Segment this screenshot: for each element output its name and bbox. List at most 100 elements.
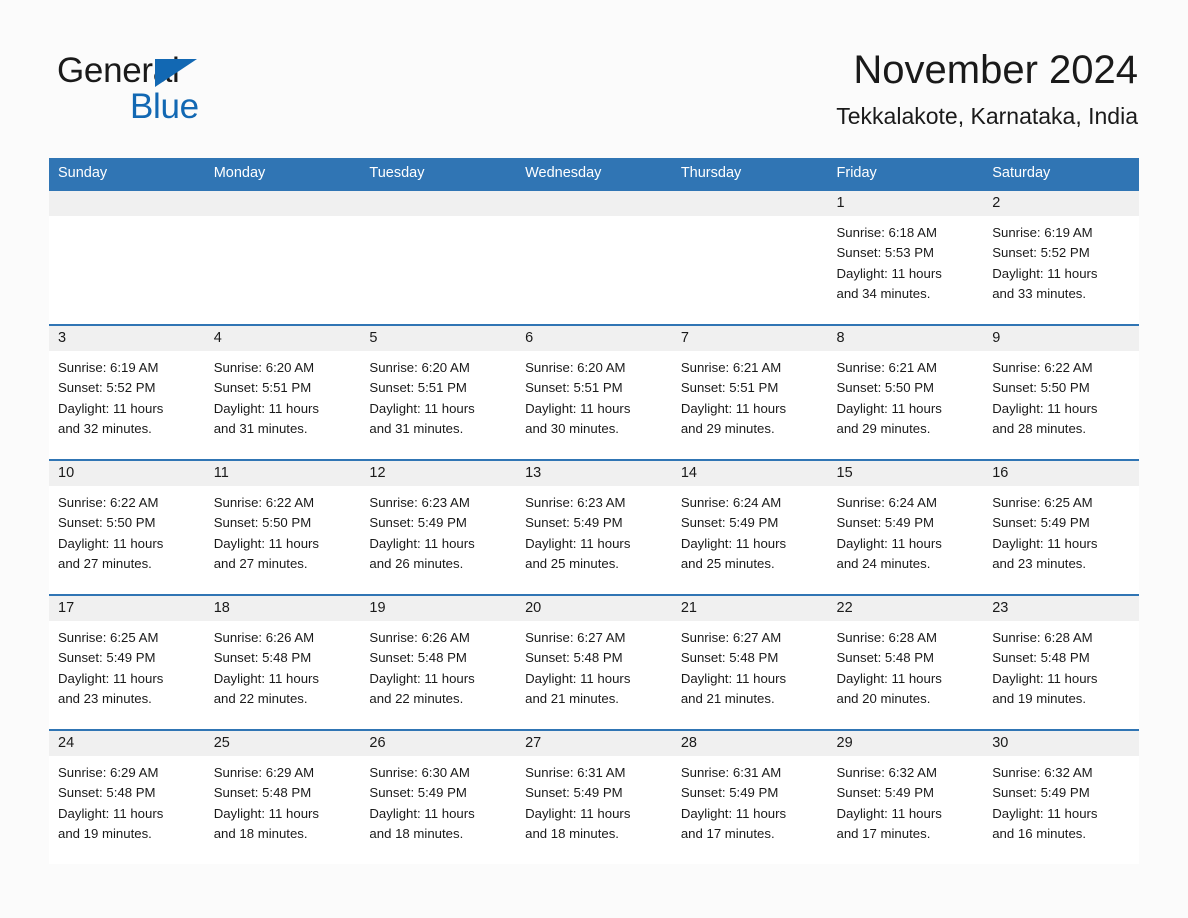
day-number (671, 191, 828, 216)
sunrise-time: Sunrise: 6:20 AM (525, 360, 626, 375)
calendar-day-cell[interactable]: 20 Sunrise: 6:27 AM Sunset: 5:48 PM Dayligh… (516, 594, 672, 730)
day-details: Sunrise: 6:31 AM Sunset: 5:49 PM Daylight:… (672, 756, 828, 844)
sunset-time: Sunset: 5:49 PM (369, 515, 467, 531)
calendar-week-row: 10 Sunrise: 6:22 AM Sunset: 5:50 PM Dayligh… (49, 459, 1139, 595)
calendar-day-cell[interactable]: 7 Sunrise: 6:21 AM Sunset: 5:51 PM Daylight… (671, 324, 828, 460)
day-number: 4 (204, 326, 361, 351)
calendar-day-cell[interactable]: 13 Sunrise: 6:23 AM Sunset: 5:49 PM Dayligh… (516, 459, 672, 595)
sunrise-time: Sunrise: 6:23 AM (525, 495, 626, 510)
calendar-day-cell[interactable]: 28 Sunrise: 6:31 AM Sunset: 5:49 PM Dayligh… (671, 729, 828, 864)
calendar-day-cell[interactable]: 10 Sunrise: 6:22 AM Sunset: 5:50 PM Dayligh… (49, 459, 205, 595)
calendar-day-cell[interactable]: 9 Sunrise: 6:22 AM Sunset: 5:50 PM Daylight… (983, 324, 1139, 460)
calendar-week-row: 3 Sunrise: 6:19 AM Sunset: 5:52 PM Daylight… (49, 324, 1139, 460)
daylight-duration: Daylight: 11 hours (213, 670, 320, 686)
day-details: Sunrise: 6:20 AM Sunset: 5:51 PM Daylight:… (360, 351, 516, 439)
day-number (360, 191, 517, 216)
day-number: 7 (671, 326, 828, 351)
calendar-day-cell[interactable]: 17 Sunrise: 6:25 AM Sunset: 5:49 PM Dayligh… (49, 594, 205, 730)
calendar-day-cell[interactable]: 6 Sunrise: 6:20 AM Sunset: 5:51 PM Daylight… (516, 324, 672, 460)
sunset-time: Sunset: 5:50 PM (836, 380, 935, 396)
sunset-time: Sunset: 5:48 PM (680, 650, 779, 666)
day-details (672, 216, 828, 223)
sunset-time: Sunset: 5:50 PM (58, 515, 156, 531)
day-details: Sunrise: 6:22 AM Sunset: 5:50 PM Daylight:… (983, 351, 1139, 439)
day-number: 19 (360, 596, 517, 621)
daylight-duration: Daylight: 11 hours (992, 670, 1098, 686)
calendar-day-cell[interactable]: 19 Sunrise: 6:26 AM Sunset: 5:48 PM Dayligh… (360, 594, 517, 730)
daylight-duration: Daylight: 11 hours (992, 265, 1098, 281)
day-number: 18 (204, 596, 361, 621)
calendar-day-cell[interactable]: 14 Sunrise: 6:24 AM Sunset: 5:49 PM Dayligh… (671, 459, 828, 595)
page-header: General Blue November 2024 Tekkalakote, … (0, 0, 1188, 150)
generalblue-logo[interactable]: General Blue (57, 52, 317, 126)
day-details: Sunrise: 6:19 AM Sunset: 5:52 PM Daylight:… (983, 216, 1139, 304)
calendar-day-cell[interactable]: 18 Sunrise: 6:26 AM Sunset: 5:48 PM Dayligh… (204, 594, 361, 730)
sunrise-time: Sunrise: 6:28 AM (992, 630, 1093, 645)
calendar-day-cell[interactable]: 11 Sunrise: 6:22 AM Sunset: 5:50 PM Dayligh… (204, 459, 361, 595)
calendar-day-cell[interactable]: 21 Sunrise: 6:27 AM Sunset: 5:48 PM Dayligh… (671, 594, 828, 730)
day-number: 30 (983, 731, 1139, 756)
daylight-duration-cont: and 21 minutes. (680, 690, 775, 706)
day-details: Sunrise: 6:18 AM Sunset: 5:53 PM Daylight:… (828, 216, 984, 304)
daylight-duration-cont: and 23 minutes. (992, 555, 1087, 571)
weekday-header-wednesday: Wednesday (516, 158, 672, 190)
calendar-day-cell[interactable]: 12 Sunrise: 6:23 AM Sunset: 5:49 PM Dayligh… (360, 459, 517, 595)
sunrise-time: Sunrise: 6:27 AM (680, 630, 782, 645)
calendar-day-cell[interactable]: 24 Sunrise: 6:29 AM Sunset: 5:48 PM Dayligh… (49, 729, 205, 864)
daylight-duration: Daylight: 11 hours (213, 400, 320, 416)
day-number: 16 (983, 461, 1139, 486)
day-details: Sunrise: 6:22 AM Sunset: 5:50 PM Daylight:… (49, 486, 205, 574)
weekday-header-tuesday: Tuesday (360, 158, 517, 190)
calendar-day-cell[interactable]: 16 Sunrise: 6:25 AM Sunset: 5:49 PM Dayligh… (983, 459, 1139, 595)
day-details: Sunrise: 6:22 AM Sunset: 5:50 PM Daylight:… (205, 486, 361, 574)
sunrise-time: Sunrise: 6:22 AM (58, 495, 159, 510)
calendar-day-cell[interactable]: 25 Sunrise: 6:29 AM Sunset: 5:48 PM Dayligh… (204, 729, 361, 864)
day-details: Sunrise: 6:28 AM Sunset: 5:48 PM Daylight:… (828, 621, 984, 709)
day-number: 24 (49, 731, 205, 756)
sunrise-time: Sunrise: 6:32 AM (836, 765, 937, 780)
sunset-time: Sunset: 5:48 PM (58, 785, 156, 801)
calendar-day-cell[interactable]: 22 Sunrise: 6:28 AM Sunset: 5:48 PM Dayligh… (827, 594, 984, 730)
day-number: 5 (360, 326, 517, 351)
page-title: November 2024 (853, 48, 1138, 92)
day-number: 9 (983, 326, 1139, 351)
daylight-duration-cont: and 23 minutes. (58, 690, 152, 706)
daylight-duration-cont: and 29 minutes. (680, 420, 775, 436)
sunset-time: Sunset: 5:51 PM (525, 380, 623, 396)
calendar-day-cell[interactable]: 30 Sunrise: 6:32 AM Sunset: 5:49 PM Dayligh… (983, 729, 1139, 864)
calendar-page: General Blue November 2024 Tekkalakote, … (0, 0, 1188, 918)
calendar-day-cell[interactable]: 5 Sunrise: 6:20 AM Sunset: 5:51 PM Daylight… (360, 324, 517, 460)
calendar-day-cell[interactable]: 26 Sunrise: 6:30 AM Sunset: 5:49 PM Dayligh… (360, 729, 517, 864)
calendar-day-cell[interactable]: 27 Sunrise: 6:31 AM Sunset: 5:49 PM Dayligh… (516, 729, 672, 864)
sunrise-time: Sunrise: 6:29 AM (213, 765, 315, 780)
day-number: 13 (516, 461, 672, 486)
logo-text-blue: Blue (130, 87, 199, 126)
calendar-day-cell[interactable]: 4 Sunrise: 6:20 AM Sunset: 5:51 PM Daylight… (204, 324, 361, 460)
calendar-day-cell[interactable]: 1 Sunrise: 6:18 AM Sunset: 5:53 PM Daylight… (827, 189, 984, 325)
sunrise-time: Sunrise: 6:23 AM (369, 495, 470, 510)
calendar-day-cell[interactable]: 15 Sunrise: 6:24 AM Sunset: 5:49 PM Dayligh… (827, 459, 984, 595)
calendar-day-cell[interactable]: 3 Sunrise: 6:19 AM Sunset: 5:52 PM Daylight… (49, 324, 205, 460)
day-number: 14 (671, 461, 828, 486)
day-details: Sunrise: 6:27 AM Sunset: 5:48 PM Daylight:… (516, 621, 672, 709)
daylight-duration: Daylight: 11 hours (58, 400, 164, 416)
daylight-duration-cont: and 26 minutes. (369, 555, 464, 571)
sunrise-time: Sunrise: 6:20 AM (213, 360, 315, 375)
sunset-time: Sunset: 5:49 PM (369, 785, 467, 801)
sunset-time: Sunset: 5:49 PM (58, 650, 156, 666)
calendar-header-row: Sunday Monday Tuesday Wednesday Thursday… (49, 158, 1139, 190)
day-details: Sunrise: 6:28 AM Sunset: 5:48 PM Daylight:… (983, 621, 1139, 709)
day-number: 28 (671, 731, 828, 756)
sunrise-time: Sunrise: 6:18 AM (836, 225, 937, 240)
calendar-day-cell[interactable]: 23 Sunrise: 6:28 AM Sunset: 5:48 PM Dayligh… (983, 594, 1139, 730)
day-details: Sunrise: 6:21 AM Sunset: 5:50 PM Daylight:… (828, 351, 984, 439)
calendar-day-cell[interactable]: 8 Sunrise: 6:21 AM Sunset: 5:50 PM Daylight… (827, 324, 984, 460)
calendar-day-cell[interactable]: 29 Sunrise: 6:32 AM Sunset: 5:49 PM Dayligh… (827, 729, 984, 864)
day-number: 27 (516, 731, 672, 756)
calendar-day-cell[interactable]: 2 Sunrise: 6:19 AM Sunset: 5:52 PM Daylight… (983, 189, 1139, 325)
weekday-header-friday: Friday (827, 158, 984, 190)
sunset-time: Sunset: 5:48 PM (836, 650, 935, 666)
day-details (49, 216, 205, 223)
sunset-time: Sunset: 5:49 PM (680, 515, 779, 531)
day-details: Sunrise: 6:30 AM Sunset: 5:49 PM Daylight:… (360, 756, 516, 844)
